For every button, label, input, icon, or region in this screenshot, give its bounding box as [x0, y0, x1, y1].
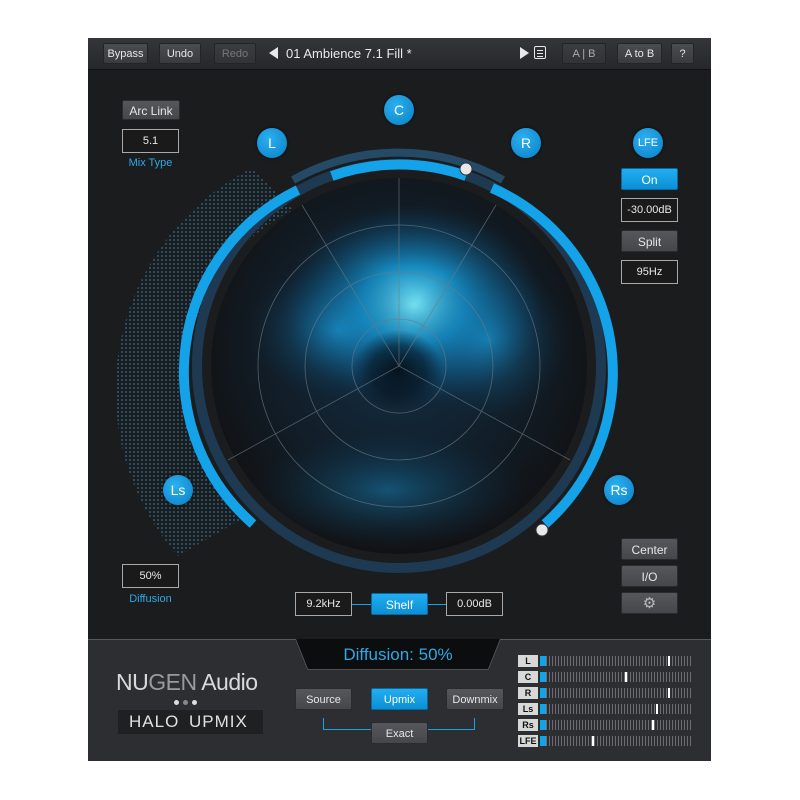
- mix-type-label: Mix Type: [128, 157, 173, 169]
- filter-gain-field[interactable]: 0.00dB: [446, 592, 503, 616]
- lfe-speaker-button[interactable]: LFE: [633, 128, 663, 158]
- upmix-display[interactable]: [88, 70, 711, 640]
- meter-label: R: [518, 687, 538, 699]
- lfe-gain-field[interactable]: -30.00dB: [621, 198, 678, 222]
- settings-button[interactable]: ⚙: [621, 592, 678, 614]
- product-upmix: UPMIX: [189, 712, 248, 731]
- top-toolbar: Bypass Undo Redo 01 Ambience 7.1 Fill * …: [88, 38, 711, 70]
- meter-bar: [540, 720, 692, 730]
- meter-row: L: [518, 655, 694, 667]
- rear-arc-handle[interactable]: [535, 523, 549, 537]
- halo-upmix-plugin: Bypass Undo Redo 01 Ambience 7.1 Fill * …: [88, 38, 711, 761]
- upmix-button[interactable]: Upmix: [371, 688, 428, 710]
- center-button[interactable]: Center: [621, 538, 678, 560]
- lfe-split-button[interactable]: Split: [621, 230, 678, 252]
- redo-button[interactable]: Redo: [214, 43, 256, 64]
- meter-row: C: [518, 671, 694, 683]
- help-button[interactable]: ?: [671, 43, 694, 64]
- meter-bar: [540, 704, 692, 714]
- undo-button[interactable]: Undo: [159, 43, 201, 64]
- front-arc[interactable]: [330, 159, 468, 181]
- exact-button[interactable]: Exact: [371, 722, 428, 744]
- meter-bar: [540, 656, 692, 666]
- exact-bracket-left-h: [323, 729, 371, 730]
- gear-icon: ⚙: [642, 595, 657, 612]
- downmix-button[interactable]: Downmix: [446, 688, 504, 710]
- meter-fill: [540, 688, 546, 698]
- lfe-on-button[interactable]: On: [621, 168, 678, 190]
- meter-label: Rs: [518, 719, 538, 731]
- width-handle[interactable]: [459, 162, 473, 176]
- io-button[interactable]: I/O: [621, 565, 678, 587]
- meter-peak: [625, 672, 627, 682]
- exact-bracket-right-v: [474, 718, 475, 729]
- meter-fill: [540, 704, 546, 714]
- speaker-l-button[interactable]: L: [257, 128, 287, 158]
- a-to-b-button[interactable]: A to B: [617, 43, 662, 64]
- exact-bracket-left-v: [323, 718, 324, 729]
- exact-bracket-right-h: [428, 729, 475, 730]
- meter-peak: [652, 720, 654, 730]
- arc-link-button[interactable]: Arc Link: [122, 100, 180, 120]
- speaker-c-button[interactable]: C: [384, 95, 414, 125]
- next-preset-icon[interactable]: [520, 47, 529, 59]
- speaker-r-button[interactable]: R: [511, 128, 541, 158]
- diffusion-label: Diffusion: [129, 593, 172, 605]
- diffusion-field[interactable]: 50%: [122, 564, 179, 588]
- meter-bar: [540, 736, 692, 746]
- meter-row: R: [518, 687, 694, 699]
- source-button[interactable]: Source: [295, 688, 352, 710]
- meter-peak: [656, 704, 658, 714]
- speaker-rs-button[interactable]: Rs: [604, 475, 634, 505]
- speaker-ls-button[interactable]: Ls: [163, 475, 193, 505]
- meter-fill: [540, 672, 546, 682]
- meter-row: LFE: [518, 735, 694, 747]
- meter-fill: [540, 736, 546, 746]
- previous-preset-icon[interactable]: [269, 47, 278, 59]
- logo-gen: GEN: [148, 669, 197, 695]
- meter-fill: [540, 720, 546, 730]
- meter-bar: [540, 688, 692, 698]
- meter-label: LFE: [518, 735, 538, 747]
- product-name-plate: HALO UPMIX: [118, 710, 263, 734]
- lfe-split-freq-field[interactable]: 95Hz: [621, 260, 678, 284]
- filter-shelf-button[interactable]: Shelf: [371, 593, 428, 615]
- logo-nu: NU: [116, 669, 149, 695]
- filter-freq-field[interactable]: 9.2kHz: [295, 592, 352, 616]
- meter-label: C: [518, 671, 538, 683]
- meter-peak: [668, 688, 670, 698]
- filter-connector-left: [352, 604, 372, 605]
- bypass-button[interactable]: Bypass: [103, 43, 148, 64]
- meter-label: Ls: [518, 703, 538, 715]
- filter-connector-right: [428, 604, 447, 605]
- meter-peak: [592, 736, 594, 746]
- meter-row: Rs: [518, 719, 694, 731]
- meter-fill: [540, 656, 546, 666]
- logo-dots-icon: [174, 700, 204, 706]
- nugen-logo: NUGEN Audio: [116, 669, 266, 699]
- product-halo: HALO: [129, 712, 180, 731]
- mix-type-field[interactable]: 5.1: [122, 129, 179, 153]
- meter-bar: [540, 672, 692, 682]
- meter-peak: [668, 656, 670, 666]
- logo-audio: Audio: [196, 669, 258, 695]
- meter-label: L: [518, 655, 538, 667]
- meter-row: Ls: [518, 703, 694, 715]
- preset-list-icon[interactable]: [534, 46, 546, 59]
- ab-compare-button[interactable]: A | B: [562, 43, 606, 64]
- preset-name[interactable]: 01 Ambience 7.1 Fill *: [286, 43, 486, 64]
- status-display: Diffusion: 50%: [343, 645, 453, 664]
